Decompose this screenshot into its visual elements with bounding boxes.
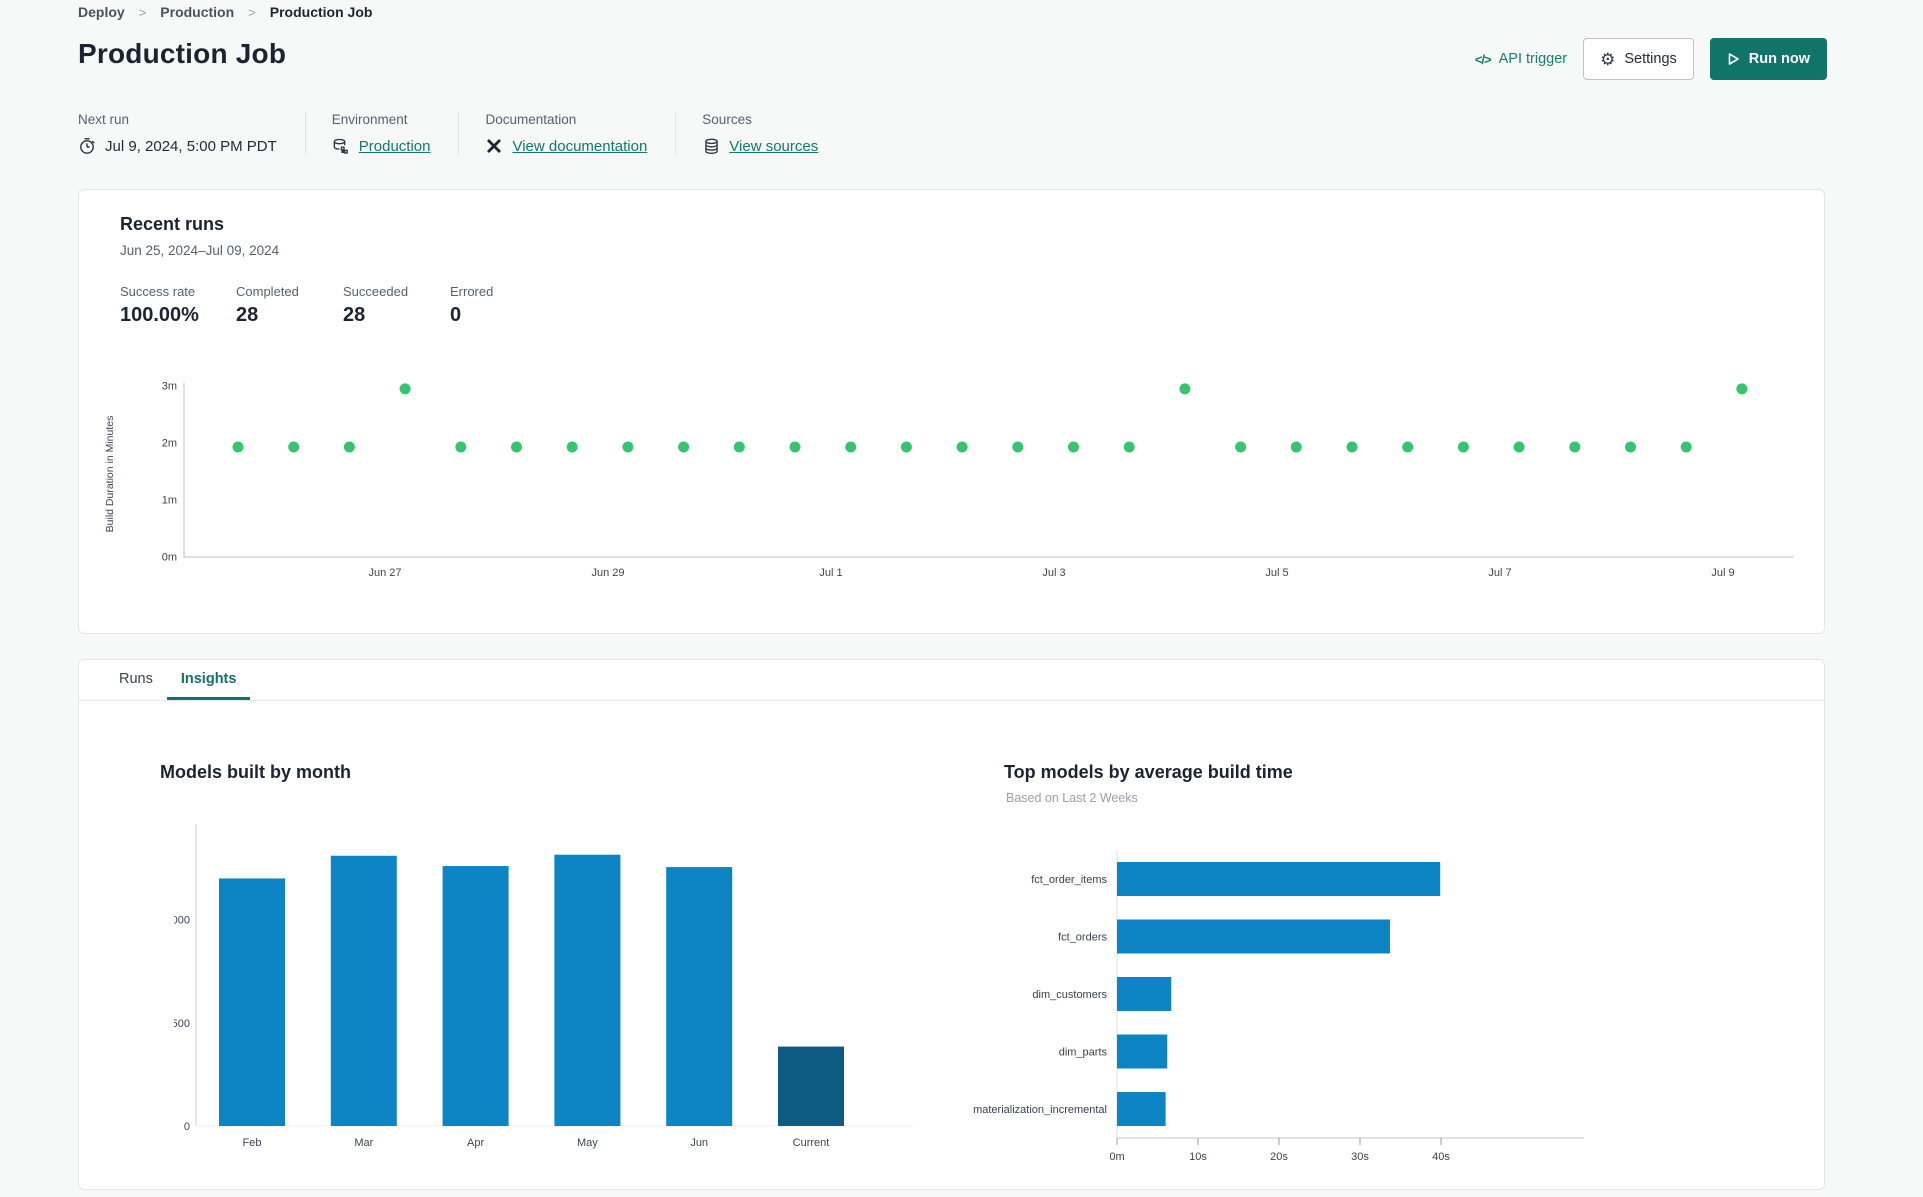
recent-runs-date-range: Jun 25, 2024–Jul 09, 2024 (120, 243, 280, 258)
code-icon: </> (1474, 51, 1492, 67)
svg-text:Jul 1: Jul 1 (819, 567, 842, 579)
run-now-label: Run now (1748, 51, 1810, 67)
svg-text:0: 0 (184, 1121, 190, 1133)
svg-text:2m: 2m (162, 438, 177, 450)
svg-text:10s: 10s (1189, 1151, 1207, 1163)
next-run-value: Jul 9, 2024, 5:00 PM PDT (105, 137, 277, 155)
svg-text:Build Duration in Minutes: Build Duration in Minutes (104, 416, 116, 533)
view-sources-link[interactable]: View sources (729, 138, 818, 155)
meta-next-run: Next run Jul 9, 2024, 5:00 PM PDT (78, 112, 305, 155)
run-now-button[interactable]: Run now (1709, 38, 1827, 80)
settings-label: Settings (1624, 51, 1677, 67)
svg-text:500: 500 (174, 1018, 190, 1030)
stat-completed: Completed 28 (236, 284, 343, 327)
svg-text:fct_order_items: fct_order_items (1031, 874, 1107, 886)
svg-text:3m: 3m (162, 381, 177, 393)
tab-runs[interactable]: Runs (105, 660, 167, 700)
stat-label: Success rate (120, 284, 196, 299)
meta-label: Sources (702, 112, 752, 127)
svg-text:Mar: Mar (354, 1137, 373, 1149)
breadcrumb-separator-icon: > (248, 4, 256, 20)
stat-label: Succeeded (343, 284, 409, 299)
gear-icon: ⚙ (1600, 49, 1616, 69)
stat-label: Errored (450, 284, 494, 299)
svg-text:Jul 7: Jul 7 (1488, 567, 1511, 579)
svg-text:40s: 40s (1432, 1151, 1450, 1163)
svg-text:dim_customers: dim_customers (1032, 989, 1107, 1001)
meta-documentation: Documentation View documentation (458, 112, 675, 155)
breadcrumb-separator-icon: > (138, 4, 147, 20)
svg-text:Jul 9: Jul 9 (1711, 567, 1734, 579)
tab-bar: Runs Insights (79, 660, 1824, 701)
api-trigger-link[interactable]: </> API trigger (1475, 51, 1567, 67)
svg-text:Feb: Feb (243, 1137, 262, 1149)
svg-text:30s: 30s (1351, 1151, 1369, 1163)
meta-label: Environment (331, 112, 408, 127)
dbt-logo-icon (485, 137, 503, 155)
breadcrumb-deploy[interactable]: Deploy (78, 4, 125, 20)
svg-text:1m: 1m (162, 495, 177, 507)
models-built-chart-title: Models built by month (160, 762, 351, 782)
stat-succeeded: Succeeded 28 (343, 284, 450, 327)
stat-errored: Errored 0 (450, 284, 557, 327)
meta-label: Next run (78, 112, 130, 127)
top-models-build-time-chart: fct_order_items fct_orders dim_customersdi… (839, 840, 1759, 1180)
top-models-chart-title: Top models by average build time (1004, 762, 1293, 782)
page-title: Production Job (78, 38, 287, 69)
settings-button[interactable]: ⚙ Settings (1583, 38, 1694, 80)
stat-value: 28 (236, 304, 259, 326)
environment-link[interactable]: Production (359, 138, 431, 155)
database-stack-icon (702, 137, 720, 155)
svg-text:0m: 0m (162, 552, 177, 564)
svg-text:dim_parts: dim_parts (1059, 1047, 1108, 1059)
svg-text:Jun: Jun (690, 1137, 708, 1149)
api-trigger-label: API trigger (1498, 51, 1568, 67)
stat-success-rate: Success rate 100.00% (120, 284, 236, 327)
breadcrumb-current-page: Production Job (269, 4, 373, 20)
meta-environment: Environment Production (304, 112, 459, 155)
svg-text:Jul 3: Jul 3 (1042, 567, 1065, 579)
breadcrumb: Deploy > Production > Production Job (78, 4, 372, 20)
svg-text:materialization_incremental: materialization_incremental (973, 1104, 1107, 1116)
models-built-by-month-chart: 0 500 1000 Feb Mar Apr May Jun Current (166, 810, 954, 1170)
insights-card: Runs Insights Models built by month 0 500… (78, 659, 1825, 1190)
recent-runs-stats: Success rate 100.00% Completed 28 Succee… (120, 284, 557, 327)
svg-text:fct_orders: fct_orders (1058, 932, 1107, 944)
svg-text:1000: 1000 (174, 915, 190, 927)
svg-text:Apr: Apr (467, 1137, 484, 1149)
meta-label: Documentation (485, 112, 577, 127)
header-actions: </> API trigger ⚙ Settings Run now (1475, 38, 1827, 80)
svg-text:May: May (577, 1137, 598, 1149)
tab-insights[interactable]: Insights (166, 660, 251, 700)
svg-text:Jun 29: Jun 29 (591, 567, 624, 579)
top-models-chart-subtitle: Based on Last 2 Weeks (1006, 791, 1138, 805)
stat-value: 0 (450, 304, 462, 326)
breadcrumb-production[interactable]: Production (160, 4, 234, 20)
svg-text:Jul 5: Jul 5 (1265, 567, 1288, 579)
stat-value: 28 (343, 304, 366, 326)
svg-text:20s: 20s (1270, 1151, 1288, 1163)
view-documentation-link[interactable]: View documentation (512, 138, 647, 155)
svg-text:Jun 27: Jun 27 (368, 567, 401, 579)
stat-label: Completed (236, 284, 299, 299)
database-icon (332, 137, 350, 155)
recent-runs-title: Recent runs (120, 214, 225, 234)
clock-icon (78, 137, 96, 155)
svg-text:Current: Current (793, 1137, 830, 1149)
meta-sources: Sources View sources (675, 112, 846, 155)
build-duration-scatter-chart: Build Duration in Minutes 0m 1m 2m 3m Jun 27 J… (99, 378, 1799, 608)
job-meta-row: Next run Jul 9, 2024, 5:00 PM PDT Enviro… (78, 112, 846, 155)
svg-text:0m: 0m (1109, 1151, 1124, 1163)
stat-value: 100.00% (120, 304, 199, 326)
recent-runs-card: Recent runs Jun 25, 2024–Jul 09, 2024 Su… (78, 189, 1825, 634)
play-icon (1727, 52, 1740, 66)
